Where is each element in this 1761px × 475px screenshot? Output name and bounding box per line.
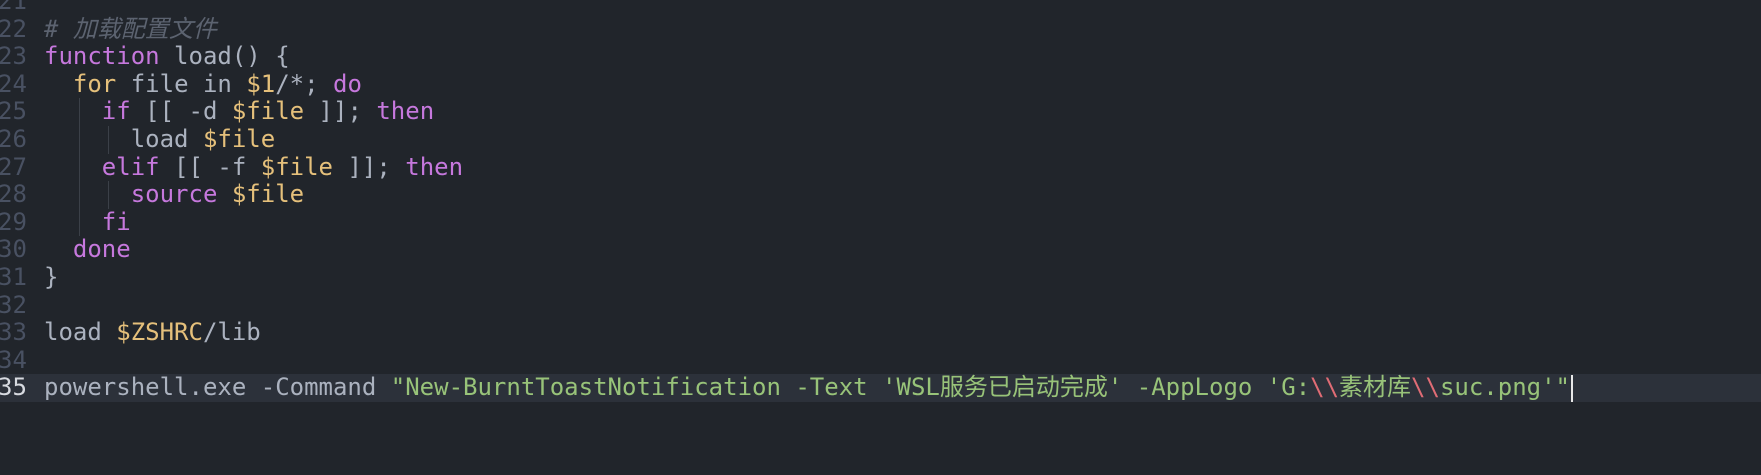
line-number: 35 [0, 373, 27, 402]
indent-guide [108, 181, 109, 209]
line-number: 32 [0, 290, 27, 319]
code-line[interactable]: 30 done [0, 236, 1761, 264]
code-line[interactable]: 33 load $ZSHRC/lib [0, 318, 1761, 347]
line-number: 33 [0, 318, 27, 347]
code-token-keyword: then [405, 152, 464, 181]
code-line[interactable]: 27 elif [[ -f $file ]]; then [0, 152, 1761, 182]
code-line[interactable]: 32 [0, 290, 1761, 320]
indent-guide [79, 98, 80, 237]
code-token-keyword: if [101, 97, 131, 126]
code-text: source $file [44, 180, 305, 209]
code-token-keyword: done [72, 235, 131, 264]
code-token-comment: # 加载配置文件 [44, 14, 217, 43]
line-number: 23 [0, 42, 27, 71]
code-token-text: ]]; [333, 152, 406, 181]
code-line[interactable]: 26 load $file [0, 125, 1761, 154]
code-line[interactable]: 23 function load() { [0, 42, 1761, 71]
line-number: 31 [0, 263, 27, 291]
code-line[interactable]: 31} [0, 263, 1761, 292]
line-number: 28 [0, 180, 27, 209]
code-text: done [44, 236, 131, 264]
code-token-escape: \\ [1411, 373, 1440, 402]
code-token-text: load [44, 318, 117, 347]
line-number: 24 [0, 69, 27, 98]
code-token-text: } [44, 263, 59, 291]
code-token-for: for [72, 69, 117, 98]
line-number: 22 [0, 14, 27, 43]
code-token-string: "New-BurntToastNotification -Text 'WSL服务… [390, 373, 1311, 402]
code-token-keyword: do [333, 69, 362, 98]
line-number: 34 [0, 345, 27, 374]
code-line[interactable]: 34 [0, 345, 1761, 375]
code-text: powershell.exe -Command "New-BurntToastN… [44, 374, 1573, 402]
code-token-text: powershell.exe -Command [44, 373, 391, 402]
code-token-var: $file [231, 97, 305, 126]
line-number: 29 [0, 207, 27, 236]
line-number: 30 [0, 235, 27, 264]
code-line[interactable]: 28 source $file [0, 180, 1761, 209]
code-token-var: $file [260, 152, 333, 181]
code-line[interactable]: 25 if [[ -d $file ]]; then [0, 98, 1761, 126]
code-token-escape: \\ [1310, 373, 1340, 402]
line-number: 26 [0, 125, 27, 153]
code-token-text: file in [116, 69, 247, 98]
code-text: fi [44, 207, 131, 237]
code-token-keyword: elif [101, 152, 160, 181]
code-line[interactable]: 24 for file in $1/*; do [0, 69, 1761, 99]
code-text: } [44, 263, 59, 292]
code-token-keyword: then [376, 97, 435, 126]
code-editor[interactable]: 21 22 # 加载配置文件 23 function load() {24 for fi… [0, 0, 1761, 475]
code-text: if [[ -d $file ]]; then [44, 98, 434, 126]
text-cursor [1571, 374, 1573, 402]
code-token-var: $1 [246, 69, 276, 98]
code-text: load $ZSHRC/lib [44, 318, 261, 347]
code-text: elif [[ -f $file ]]; then [44, 152, 464, 182]
code-token-text: [[ -d [130, 97, 232, 126]
code-token-var: $file [231, 180, 305, 209]
line-number: 27 [0, 152, 27, 181]
code-line[interactable]: 21 [0, 0, 1761, 16]
code-token-text: /*; [275, 69, 334, 98]
code-token-text: /lib [202, 318, 261, 347]
code-token-text: load() { [159, 42, 290, 71]
code-token-text: ]]; [304, 97, 377, 126]
code-token-keyword: fi [101, 207, 131, 236]
code-line[interactable]: 29 fi [0, 207, 1761, 237]
code-text: for file in $1/*; do [44, 69, 362, 99]
code-token-text: load [44, 125, 203, 153]
code-token-var: $ZSHRC [116, 318, 203, 347]
line-number: 25 [0, 97, 27, 126]
code-token-string: 素材库 [1339, 373, 1412, 402]
code-line[interactable]: 22 # 加载配置文件 [0, 14, 1761, 44]
code-token-keyword: function [44, 42, 160, 71]
indent-guide [108, 126, 109, 154]
code-text: function load() { [44, 42, 290, 71]
code-token-keyword: source [130, 180, 218, 209]
code-text: # 加载配置文件 [44, 14, 217, 44]
code-token-string: suc.png'" [1439, 373, 1570, 402]
code-token-var: $file [202, 125, 276, 153]
code-line-active[interactable]: 35 powershell.exe -Command "New-BurntToas… [0, 374, 1761, 402]
line-number: 21 [0, 0, 27, 15]
code-token-text: [[ -f [159, 152, 261, 181]
